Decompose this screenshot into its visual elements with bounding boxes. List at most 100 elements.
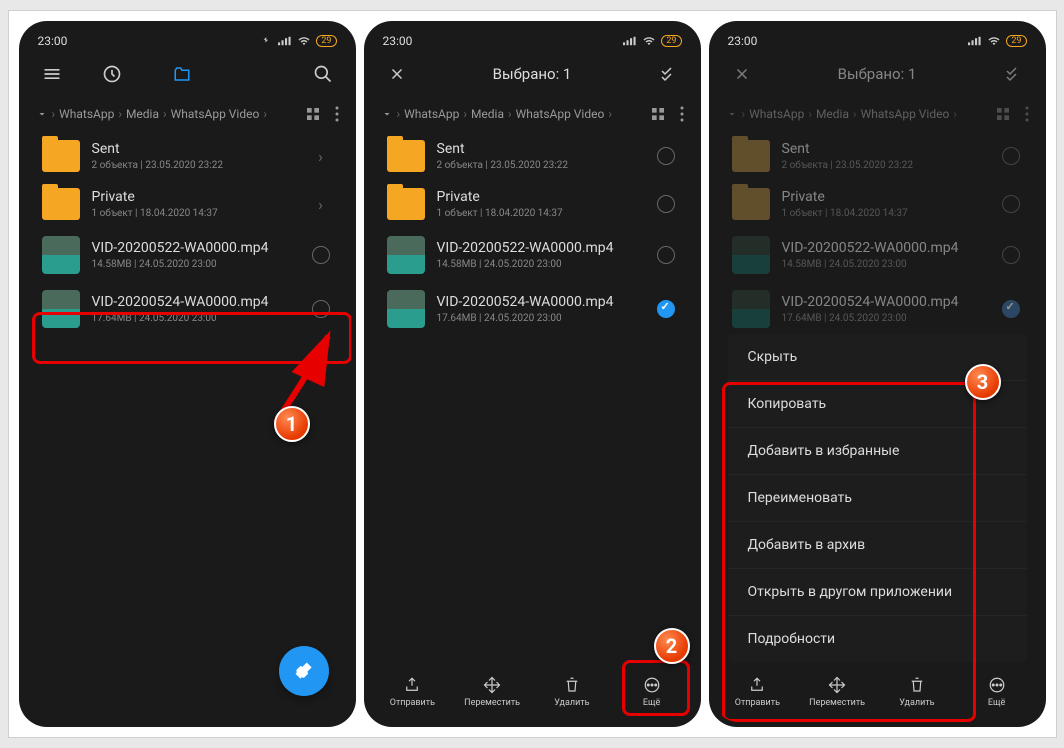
file-name: Private: [92, 189, 297, 205]
folder-icon: [387, 188, 425, 220]
file-list: Sent 2 объекта | 23.05.2020 23:22 Privat…: [714, 132, 1041, 336]
delete-button[interactable]: Удалить: [532, 676, 612, 708]
folder-tab-icon[interactable]: [172, 64, 192, 84]
status-icons: 29: [968, 35, 1026, 47]
file-row-vid24[interactable]: VID-20200524-WA0000.mp4 17.64MB | 24.05.…: [383, 282, 682, 336]
file-meta: 14.58MB | 24.05.2020 23:00: [92, 259, 297, 270]
selection-toolbar: Выбрано: 1: [714, 52, 1041, 96]
tutorial-container: 23:00 29 › WhatsApp › Media: [8, 10, 1057, 738]
battery-icon: 29: [316, 35, 336, 47]
file-row-vid22[interactable]: VID-20200522-WA0000.mp4 14.58MB | 24.05.…: [38, 228, 337, 282]
file-name: Sent: [92, 141, 297, 157]
video-thumbnail: [732, 236, 770, 274]
file-meta: 1 объект | 18.04.2020 14:37: [92, 208, 297, 219]
screen-3: 23:00 29 Выбрано: 1 › WhatsApp › Media ›: [714, 26, 1041, 722]
select-radio[interactable]: [654, 297, 678, 321]
breadcrumb: › WhatsApp › Media › WhatsApp Video ›: [369, 96, 696, 132]
file-list: Sent 2 объекта | 23.05.2020 23:22 › Priv…: [24, 132, 351, 336]
menu-icon[interactable]: [42, 64, 62, 84]
battery-icon: 29: [661, 35, 681, 47]
file-row-vid24[interactable]: VID-20200524-WA0000.mp4 17.64MB | 24.05.…: [38, 282, 337, 336]
folder-icon: [732, 188, 770, 220]
step-indicator-1: 1: [274, 406, 310, 442]
select-radio[interactable]: [309, 243, 333, 267]
folder-row-sent[interactable]: Sent 2 объекта | 23.05.2020 23:22 ›: [38, 132, 337, 180]
close-icon[interactable]: [387, 64, 407, 84]
more-button[interactable]: Ещё: [612, 676, 692, 708]
folder-row-private[interactable]: Private 1 объект | 18.04.2020 14:37 ›: [38, 180, 337, 228]
select-radio[interactable]: [309, 297, 333, 321]
menu-archive[interactable]: Добавить в архив: [728, 522, 1027, 569]
select-radio[interactable]: [654, 192, 678, 216]
status-time: 23:00: [38, 34, 68, 48]
video-thumbnail: [42, 236, 80, 274]
bottom-action-bar: Отправить Переместить Удалить Ещё: [714, 666, 1041, 722]
send-button[interactable]: Отправить: [718, 676, 798, 708]
phone-frame-3: 23:00 29 Выбрано: 1 › WhatsApp › Media ›: [709, 21, 1046, 727]
file-name: VID-20200524-WA0000.mp4: [92, 294, 297, 310]
status-bar: 23:00 29: [24, 26, 351, 52]
status-icons: 29: [259, 35, 336, 47]
browse-toolbar: [24, 52, 351, 96]
status-time: 23:00: [383, 34, 413, 48]
more-button[interactable]: Ещё: [957, 676, 1037, 708]
video-thumbnail: [387, 290, 425, 328]
select-radio[interactable]: [654, 144, 678, 168]
selection-count: Выбрано: 1: [407, 65, 658, 83]
status-bar: 23:00 29: [714, 26, 1041, 52]
clean-fab-button[interactable]: [279, 646, 329, 696]
video-thumbnail: [732, 290, 770, 328]
send-button[interactable]: Отправить: [373, 676, 453, 708]
video-thumbnail: [42, 290, 80, 328]
menu-copy[interactable]: Копировать: [728, 381, 1027, 428]
status-icons: 29: [623, 35, 681, 47]
selection-count: Выбрано: 1: [752, 65, 1003, 83]
folder-row-private[interactable]: Private 1 объект | 18.04.2020 14:37: [383, 180, 682, 228]
folder-row-private: Private 1 объект | 18.04.2020 14:37: [728, 180, 1027, 228]
grid-view-icon[interactable]: [305, 106, 321, 122]
select-radio[interactable]: [654, 243, 678, 267]
file-meta: 17.64MB | 24.05.2020 23:00: [92, 313, 297, 324]
chevron-down-icon: [36, 108, 48, 120]
close-icon[interactable]: [732, 64, 752, 84]
menu-openwith[interactable]: Открыть в другом приложении: [728, 569, 1027, 616]
menu-hide[interactable]: Скрыть: [728, 334, 1027, 381]
menu-rename[interactable]: Переименовать: [728, 475, 1027, 522]
select-all-icon[interactable]: [658, 64, 678, 84]
context-menu: Скрыть Копировать Добавить в избранные П…: [728, 334, 1027, 662]
crumb[interactable]: WhatsApp: [59, 107, 114, 121]
folder-row-sent: Sent 2 объекта | 23.05.2020 23:22: [728, 132, 1027, 180]
menu-details[interactable]: Подробности: [728, 616, 1027, 662]
folder-icon: [42, 188, 80, 220]
move-button[interactable]: Переместить: [797, 676, 877, 708]
move-button[interactable]: Переместить: [452, 676, 532, 708]
status-bar: 23:00 29: [369, 26, 696, 52]
file-row-vid22: VID-20200522-WA0000.mp4 14.58MB | 24.05.…: [728, 228, 1027, 282]
folder-row-sent[interactable]: Sent 2 объекта | 23.05.2020 23:22: [383, 132, 682, 180]
crumb[interactable]: WhatsApp Video: [171, 107, 260, 121]
folder-icon: [42, 140, 80, 172]
chevron-right-icon: ›: [309, 144, 333, 168]
recent-tab-icon[interactable]: [102, 64, 122, 84]
file-row-vid22[interactable]: VID-20200522-WA0000.mp4 14.58MB | 24.05.…: [383, 228, 682, 282]
chevron-right-icon: ›: [309, 192, 333, 216]
bottom-action-bar: Отправить Переместить Удалить Ещё: [369, 666, 696, 722]
battery-icon: 29: [1006, 35, 1026, 47]
phone-frame-2: 23:00 29 Выбрано: 1 › WhatsApp › Media ›: [364, 21, 701, 727]
status-time: 23:00: [728, 34, 758, 48]
crumb[interactable]: Media: [126, 107, 159, 121]
delete-button[interactable]: Удалить: [877, 676, 957, 708]
search-icon[interactable]: [313, 64, 333, 84]
screen-1: 23:00 29 › WhatsApp › Media: [24, 26, 351, 722]
file-row-vid24: VID-20200524-WA0000.mp4 17.64MB | 24.05.…: [728, 282, 1027, 336]
menu-favorite[interactable]: Добавить в избранные: [728, 428, 1027, 475]
folder-icon: [732, 140, 770, 172]
file-meta: 2 объекта | 23.05.2020 23:22: [92, 160, 297, 171]
arrow-1: [196, 322, 336, 432]
select-all-icon[interactable]: [1003, 64, 1023, 84]
selection-toolbar: Выбрано: 1: [369, 52, 696, 96]
breadcrumb: › WhatsApp › Media › WhatsApp Video ›: [714, 96, 1041, 132]
video-thumbnail: [387, 236, 425, 274]
more-vert-icon[interactable]: [335, 106, 339, 122]
breadcrumb[interactable]: › WhatsApp › Media › WhatsApp Video ›: [24, 96, 351, 132]
